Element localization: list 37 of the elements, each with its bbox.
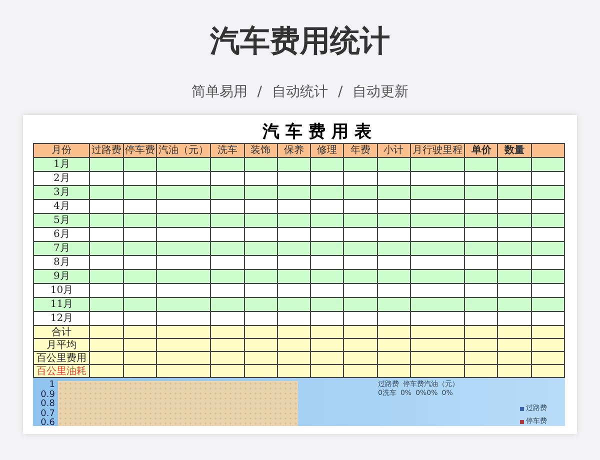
- axis-tick-label: 0.6: [40, 419, 55, 426]
- axis-tick-label: 0.8: [40, 400, 55, 410]
- axis-tick-label: 0.7: [40, 410, 55, 418]
- table-cell: 4月: [34, 200, 90, 214]
- table-cell: 1月: [34, 158, 90, 172]
- column-header: 小计: [377, 144, 410, 158]
- subtitle-text: 自动更新: [352, 83, 409, 102]
- table-cell: 百公里费用: [34, 352, 90, 364]
- column-header: 数量: [498, 144, 532, 158]
- column-header: 过路费: [90, 144, 124, 158]
- sheet-title: 汽车费用表: [262, 121, 378, 143]
- table-cell: 月平均: [34, 338, 90, 352]
- table-cell: 5月: [34, 214, 90, 228]
- column-header: 汽油（元）: [156, 144, 211, 158]
- table-cell: 3月: [34, 186, 90, 200]
- column-header: 修理: [310, 144, 344, 158]
- subtitle-text: 自动统计: [272, 83, 328, 102]
- axis-tick-label: 0.9: [40, 390, 55, 400]
- subtitle-text: 简单易用: [191, 83, 248, 102]
- subtitle-text: /: [257, 83, 262, 102]
- table-cell: 合计: [34, 326, 90, 338]
- table-cell: 9月: [34, 270, 90, 284]
- page-title: 汽车费用统计: [210, 23, 390, 61]
- table-cell: 6月: [34, 228, 90, 242]
- table-cell: 7月: [34, 242, 90, 256]
- column-header: 月行驶里程: [410, 144, 465, 158]
- column-header: 装饰: [244, 144, 278, 158]
- table-cell: 11月: [34, 298, 90, 312]
- table-cell: 百公里油耗: [34, 364, 90, 378]
- table-cell: 10月: [34, 284, 90, 298]
- table-cell: 8月: [34, 256, 90, 270]
- subtitle-text: /: [338, 83, 343, 102]
- axis-tick-label: 1: [49, 381, 55, 390]
- column-header: 月份: [34, 144, 90, 158]
- column-header: 年费: [344, 144, 378, 158]
- table-cell: 2月: [34, 172, 90, 186]
- table-cell: 12月: [34, 312, 90, 326]
